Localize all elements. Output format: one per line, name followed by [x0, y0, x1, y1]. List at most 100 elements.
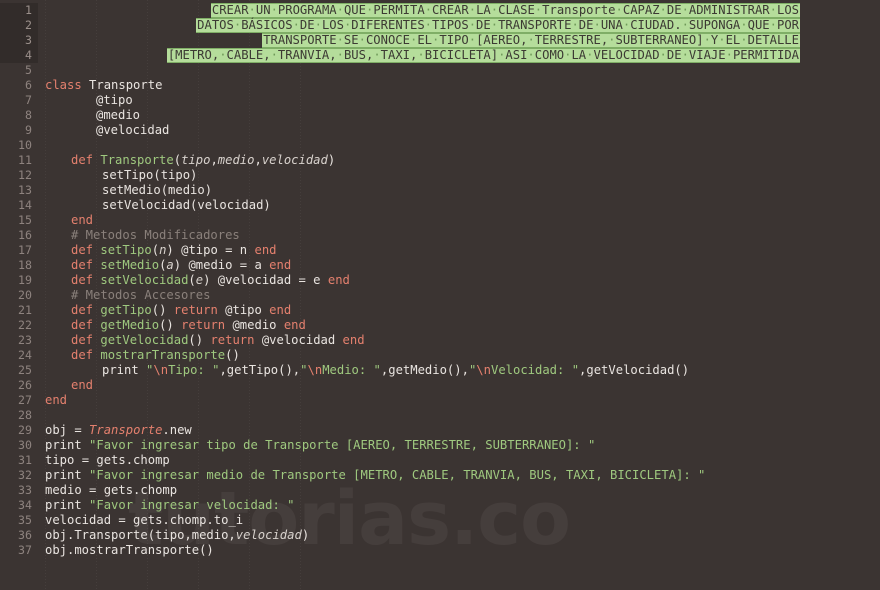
token-method: setVelocidad — [100, 273, 189, 287]
code-line[interactable]: 10 — [0, 138, 880, 153]
space-marker — [425, 18, 432, 32]
token-method: mostrarTransporte — [100, 348, 226, 362]
code-line[interactable]: 9 @velocidad — [0, 123, 880, 138]
code-line[interactable]: 29 obj = Transporte.new — [0, 423, 880, 438]
space-marker — [608, 33, 615, 47]
token-ivar: @velocidad — [96, 123, 170, 137]
code-line[interactable]: 15 end — [0, 213, 880, 228]
space-marker — [571, 18, 578, 32]
line-content: def Transporte(tipo,medio,velocidad) — [71, 153, 336, 167]
code-line[interactable]: 19 def setVelocidad(e) @velocidad = e en… — [0, 273, 880, 288]
code-line[interactable]: 33 medio = gets.chomp — [0, 483, 880, 498]
code-line[interactable]: 13 setMedio(medio) — [0, 183, 880, 198]
space-marker — [726, 48, 733, 62]
line-content: setVelocidad(velocidad) — [102, 198, 271, 212]
line-content: obj.mostrarTransporte() — [45, 543, 214, 557]
line-content: def mostrarTransporte() — [71, 348, 240, 362]
token-keyword: end — [71, 213, 94, 227]
space-marker — [219, 48, 226, 62]
code-line[interactable]: 30 print "Favor ingresar tipo de Transpo… — [0, 438, 880, 453]
space-marker — [498, 48, 505, 62]
code-editor[interactable]: tutorias.co 1 CREARUNPROGRAMAQUEPERMITAC… — [0, 0, 880, 590]
code-line[interactable]: 23 def getVelocidad() return @velocidad … — [0, 333, 880, 348]
code-line[interactable]: 7 @tipo — [0, 93, 880, 108]
code-line[interactable]: 28 — [0, 408, 880, 423]
code-line[interactable]: 4 [METRO,CABLE,TRANVIA,BUS,TAXI,BICICLET… — [0, 48, 880, 63]
code-line[interactable]: 27 end — [0, 393, 880, 408]
line-number: 8 — [25, 108, 32, 122]
code-line[interactable]: 21 def getTipo() return @tipo end — [0, 303, 880, 318]
code-line[interactable]: 2 DATOSBÁSICOSDELOSDIFERENTESTIPOSDETRAN… — [0, 18, 880, 33]
token-method: getMedio — [100, 318, 160, 332]
line-number: 23 — [18, 333, 32, 347]
code-line[interactable]: 32 print "Favor ingresar medio de Transp… — [0, 468, 880, 483]
line-number: 30 — [18, 438, 32, 452]
token-keyword: end — [45, 393, 68, 407]
comment-highlight: TRANSPORTESECONOCEELTIPO[AEREO,TERRESTRE… — [262, 33, 800, 48]
line-content: def setMedio(a) @medio = a end — [71, 258, 292, 272]
line-number: 9 — [25, 123, 32, 137]
line-number: 18 — [18, 258, 32, 272]
space-marker — [425, 3, 432, 17]
code-line[interactable]: 24 def mostrarTransporte() — [0, 348, 880, 363]
line-number: 15 — [18, 213, 32, 227]
space-marker — [249, 3, 256, 17]
line-content: end — [45, 393, 67, 408]
line-number: 21 — [18, 303, 32, 317]
line-number: 35 — [18, 513, 32, 527]
space-marker — [337, 33, 344, 47]
code-line[interactable]: 18 def setMedio(a) @medio = a end — [0, 258, 880, 273]
line-content: print "Favor ingresar velocidad: " — [45, 498, 295, 512]
code-line[interactable]: 1 CREARUNPROGRAMAQUEPERMITACREARLACLASET… — [0, 3, 880, 18]
line-number: 28 — [18, 408, 32, 422]
line-number: 13 — [18, 183, 32, 197]
code-line[interactable]: 8 @medio — [0, 108, 880, 123]
code-line[interactable]: 17 def setTipo(n) @tipo = n end — [0, 243, 880, 258]
line-content: def setVelocidad(e) @velocidad = e end — [71, 273, 350, 287]
space-marker — [271, 48, 278, 62]
line-content: # Metodos Accesores — [71, 288, 210, 303]
space-marker — [682, 48, 689, 62]
code-line[interactable]: 16 # Metodos Modificadores — [0, 228, 880, 243]
code-line[interactable]: 34 print "Favor ingresar velocidad: " — [0, 498, 880, 513]
code-line[interactable]: 3 TRANSPORTESECONOCEELTIPO[AEREO,TERREST… — [0, 33, 880, 48]
code-line[interactable]: 20 # Metodos Accesores — [0, 288, 880, 303]
line-number: 4 — [0, 48, 32, 63]
code-line[interactable]: 35 velocidad = gets.chomp.to_i — [0, 513, 880, 528]
line-content: def getVelocidad() return @velocidad end — [71, 333, 365, 347]
space-marker — [469, 33, 476, 47]
space-marker — [315, 18, 322, 32]
line-number: 27 — [18, 393, 32, 407]
space-marker — [234, 18, 241, 32]
code-rows: 1 CREARUNPROGRAMAQUEPERMITACREARLACLASET… — [0, 0, 880, 558]
code-line[interactable]: 22 def getMedio() return @medio end — [0, 318, 880, 333]
token-class-name: Transporte — [89, 78, 163, 92]
code-line[interactable]: 11 def Transporte(tipo,medio,velocidad) — [0, 153, 880, 168]
line-number: 33 — [18, 483, 32, 497]
code-line[interactable]: 5 — [0, 63, 880, 78]
line-number: 22 — [18, 318, 32, 332]
token-method: Transporte — [100, 153, 174, 167]
code-line[interactable]: 37 obj.mostrarTransporte() — [0, 543, 880, 558]
space-marker — [344, 18, 351, 32]
line-content: medio = gets.chomp — [45, 483, 178, 497]
space-marker — [593, 18, 600, 32]
line-content: tipo = gets.chomp — [45, 453, 170, 467]
code-line[interactable]: 36 obj.Transporte(tipo,medio,velocidad) — [0, 528, 880, 543]
space-marker — [366, 3, 373, 17]
code-line[interactable]: 25 print "\nTipo: ",getTipo(),"\nMedio: … — [0, 363, 880, 378]
line-content: # Metodos Modificadores — [71, 228, 240, 243]
code-line[interactable]: 6 class Transporte — [0, 78, 880, 93]
code-line[interactable]: 26 end — [0, 378, 880, 393]
line-content: setTipo(tipo) — [102, 168, 198, 182]
token-comment: # Metodos Accesores — [71, 288, 211, 302]
space-marker — [704, 33, 711, 47]
code-line[interactable]: 12 setTipo(tipo) — [0, 168, 880, 183]
space-marker — [740, 33, 747, 47]
space-marker — [770, 3, 777, 17]
space-marker — [271, 3, 278, 17]
line-content: velocidad = gets.chomp.to_i — [45, 513, 244, 527]
space-marker — [469, 18, 476, 32]
code-line[interactable]: 31 tipo = gets.chomp — [0, 453, 880, 468]
code-line[interactable]: 14 setVelocidad(velocidad) — [0, 198, 880, 213]
